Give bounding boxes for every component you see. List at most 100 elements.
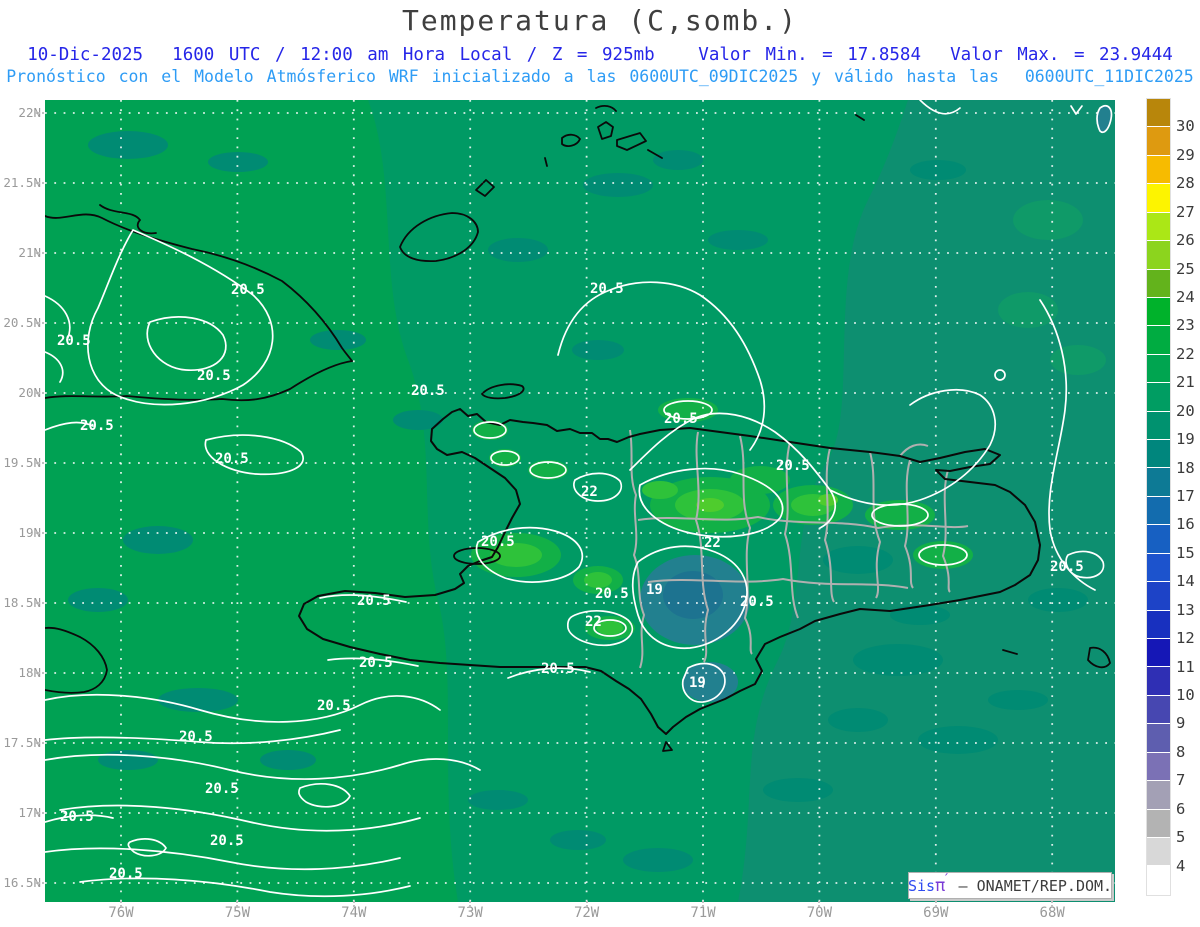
contour-label: 20.5 [740,594,774,610]
colorbar-tick-label: 20 [1176,401,1195,420]
colorbar-segment [1147,411,1170,441]
lat-tick-dots [35,392,44,394]
contour-label: 20.5 [595,586,629,602]
lon-tick-dots [1051,901,1054,907]
colorbar-segment [1147,269,1170,298]
contour-label: 20.5 [80,418,114,434]
colorbar-segment [1147,525,1170,554]
lat-tick-dots [35,812,44,814]
contour-label: 22 [581,484,598,500]
colorbar [1146,98,1171,896]
lon-tick-label: 76W [108,905,134,921]
contour-label: 20.5 [231,282,265,298]
lon-tick-dots [934,901,937,907]
lon-tick-dots [702,901,704,907]
colorbar-segment [1147,610,1170,640]
subtitle-validtime: 10-Dic-2025 1600 UTC / 12:00 am Hora Loc… [27,45,1173,65]
page-title: Temperatura (C,somb.) [401,4,798,37]
attribution-text: – ONAMET/REP.DOM. [949,876,1113,895]
colorbar-tick-label: 27 [1176,202,1195,221]
contour-label: 20.5 [215,451,249,467]
colorbar-tick-label: 21 [1176,373,1195,392]
lat-tick-dots [35,882,44,884]
colorbar-segment [1147,155,1170,185]
colorbar-tick-label: 11 [1176,657,1195,676]
colorbar-segment [1147,241,1170,270]
colorbar-tick-label: 14 [1176,572,1195,591]
colorbar-segment [1147,781,1170,810]
colorbar-segment [1147,553,1170,583]
contour-label: 19 [689,675,706,691]
contour-label: 20.5 [541,661,575,677]
contour-label: 20.5 [776,458,810,474]
contour-label: 20.5 [590,281,624,297]
contour-label: 20.5 [179,729,213,745]
colorbar-tick-label: 30 [1176,117,1195,136]
lon-tick-label: 73W [457,905,483,921]
colorbar-tick-label: 13 [1176,600,1195,619]
colorbar-segment [1147,752,1170,782]
lon-tick-dots [818,901,821,907]
lat-tick-dots [35,462,44,464]
lat-tick-dots [35,252,44,254]
lon-tick-label: 72W [573,905,600,921]
colorbar-segment [1147,724,1170,753]
lat-tick-dots [35,672,44,674]
lat-tick-dots [35,532,44,534]
contour-label: 22 [585,614,602,630]
subtitle-model-info: Pronóstico con el Modelo Atmósferico WRF… [6,67,1194,86]
colorbar-tick-label: 24 [1176,288,1195,306]
colorbar-tick-label: 5 [1176,828,1186,847]
attribution-box: Sis π ´ – ONAMET/REP.DOM. [908,872,1112,899]
colorbar-tick-label: 17 [1176,487,1195,505]
colorbar-tick-label: 26 [1176,231,1195,250]
contour-label: 20.5 [359,655,393,671]
contour-label: 20.5 [57,333,91,349]
colorbar-tick-label: 18 [1176,458,1195,477]
colorbar-tick-label: 16 [1176,515,1195,534]
colorbar-tick-label: 10 [1176,686,1195,704]
colorbar-segment [1147,695,1170,725]
colorbar-segment [1147,184,1170,213]
lon-tick-dots [585,901,588,907]
lon-tick-label: 68W [1039,905,1065,921]
lon-tick-dots [352,901,355,907]
lon-tick-label: 75W [224,905,251,921]
colorbar-tick-label: 6 [1176,799,1186,818]
contour-label: 20.5 [60,809,94,825]
contour-label: 20.5 [210,833,244,849]
colorbar-segment [1147,866,1170,895]
colorbar-segment [1147,127,1170,156]
lat-tick-dots [35,182,44,184]
colorbar-segment [1147,582,1170,611]
contour-label: 20.5 [317,698,351,714]
colorbar-segment [1147,99,1170,128]
colorbar-segment [1147,212,1170,242]
lat-tick-dots [35,112,44,114]
contour-label: 20.5 [357,593,391,609]
contour-label: 20.5 [664,411,698,427]
sis-logo-text: Sis [907,876,936,895]
contour-label: 20.5 [197,368,231,384]
lon-tick-dots [469,901,472,907]
colorbar-segment [1147,297,1170,327]
lon-tick-label: 71W [690,905,716,921]
lon-tick-dots [120,901,122,907]
contour-label: 22 [704,535,721,551]
colorbar-segment [1147,809,1170,838]
colorbar-tick-label: 15 [1176,543,1195,562]
colorbar-tick-label: 7 [1176,771,1186,790]
contour-label: 20.5 [205,781,239,797]
colorbar-tick-label: 12 [1176,629,1195,648]
colorbar-tick-label: 19 [1176,430,1195,449]
colorbar-segment [1147,468,1170,497]
colorbar-segment [1147,496,1170,526]
colorbar-tick-label: 29 [1176,145,1195,164]
lon-tick-dots [236,901,239,907]
colorbar-segment [1147,440,1170,469]
colorbar-tick-label: 22 [1176,344,1195,363]
colorbar-tick-label: 9 [1176,714,1186,733]
colorbar-segment [1147,639,1170,668]
colorbar-tick-label: 23 [1176,316,1195,335]
contour-label: 20.5 [411,383,445,399]
